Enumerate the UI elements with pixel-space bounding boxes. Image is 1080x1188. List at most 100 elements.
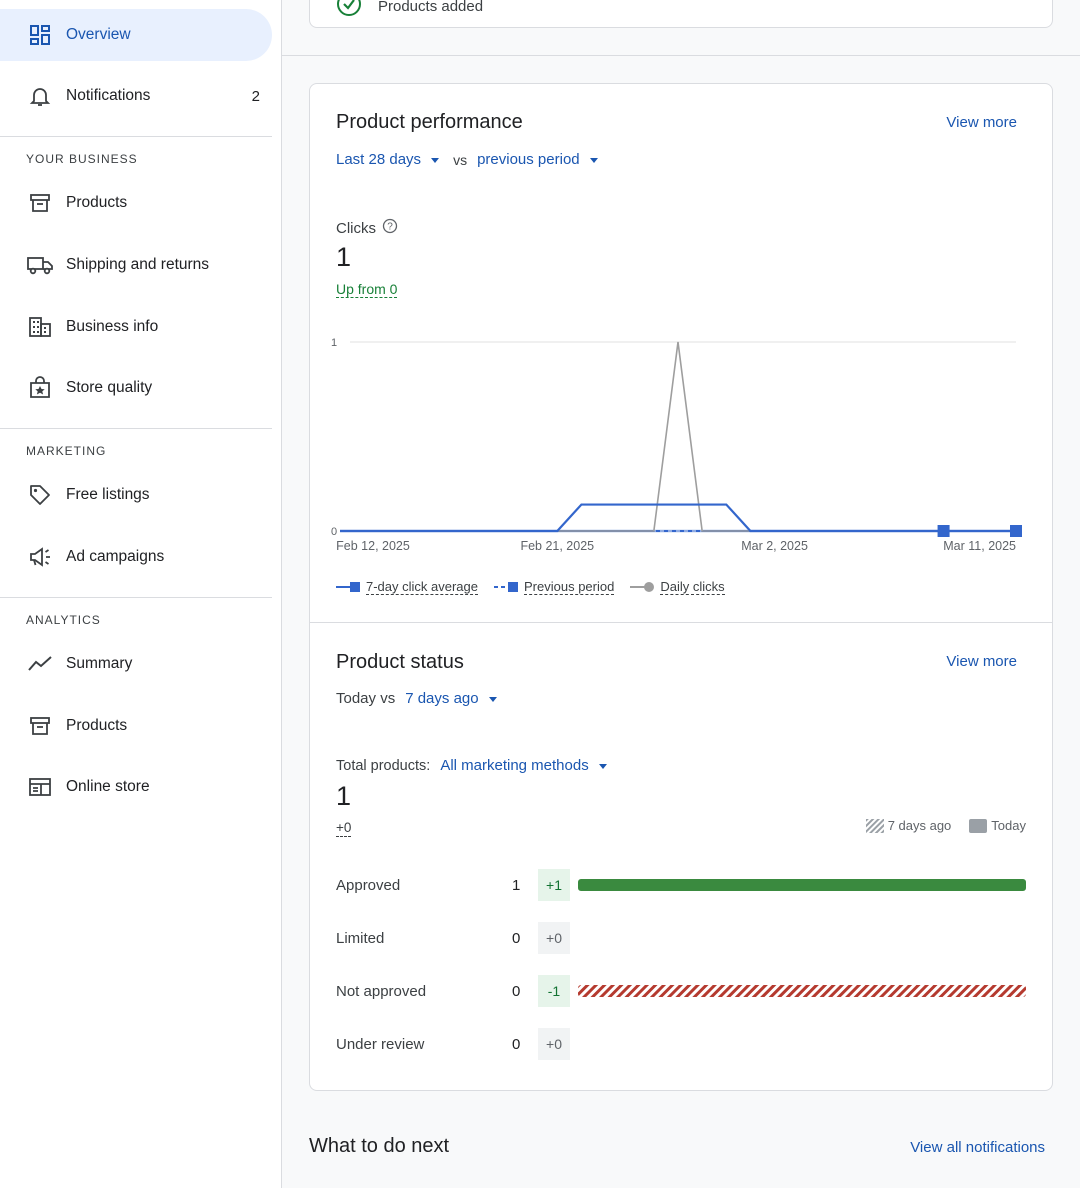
status-row-delta: -1 xyxy=(538,975,570,1007)
total-products-value: 1 xyxy=(336,781,352,811)
legend-item-daily[interactable]: Daily clicks xyxy=(630,579,725,595)
check-circle-icon xyxy=(336,0,362,22)
solid-swatch-icon xyxy=(969,818,988,833)
building-icon xyxy=(26,313,54,341)
nav-notifications[interactable]: Notifications 2 xyxy=(0,70,272,122)
nav-online-store[interactable]: Online store xyxy=(0,761,272,813)
nav-business-info-label: Business info xyxy=(66,318,159,335)
nav-analytics-products-label: Products xyxy=(66,717,128,734)
legend-line-dot-icon xyxy=(630,582,655,592)
store-star-icon xyxy=(26,374,54,402)
trend-line-icon xyxy=(26,650,54,678)
nav-products-label: Products xyxy=(66,194,128,211)
legend-item-average[interactable]: 7-day click average xyxy=(336,579,478,595)
legend-daily-label: Daily clicks xyxy=(660,579,725,595)
performance-title: Product performance xyxy=(336,111,523,133)
help-icon[interactable]: ? xyxy=(382,218,398,238)
nav-overview-label: Overview xyxy=(66,26,131,43)
divider xyxy=(0,428,272,429)
nav-summary-label: Summary xyxy=(66,655,133,672)
y-tick-label: 1 xyxy=(331,337,337,349)
date-range-label: Last 28 days xyxy=(336,151,422,168)
divider xyxy=(0,136,272,137)
hatched-swatch-icon xyxy=(865,818,884,833)
status-row-delta: +1 xyxy=(538,869,570,901)
performance-status-card: Product performance View more Last 28 da… xyxy=(309,83,1053,1091)
nav-notifications-label: Notifications xyxy=(66,87,151,104)
status-view-more-link[interactable]: View more xyxy=(946,653,1017,670)
svg-text:?: ? xyxy=(387,222,393,233)
marketing-methods-dropdown[interactable]: All marketing methods xyxy=(440,757,607,774)
next-title: What to do next xyxy=(309,1135,450,1157)
status-row-count: 1 xyxy=(512,876,521,894)
status-row-delta: +0 xyxy=(538,922,570,954)
nav-ad-campaigns-label: Ad campaigns xyxy=(66,548,165,565)
status-title: Product status xyxy=(336,651,464,673)
nav-products[interactable]: Products xyxy=(0,177,272,229)
status-row-not-approved[interactable]: Not approved 0 -1 xyxy=(336,975,1036,1007)
total-products-change[interactable]: +0 xyxy=(336,820,352,837)
clicks-line-chart: 0 1 Feb 12, 2025 Feb 21, 2025 Mar 2, 2025 Mar… xyxy=(331,337,1022,553)
legend-previous-label: Previous period xyxy=(524,579,615,595)
nav-free-listings[interactable]: Free listings xyxy=(0,469,272,521)
marketing-methods-label: All marketing methods xyxy=(440,757,589,774)
nav-overview[interactable]: Overview xyxy=(0,9,272,61)
compare-period-label: previous period xyxy=(477,151,580,168)
x-tick-label: Feb 21, 2025 xyxy=(520,539,594,553)
dropdown-arrow-icon xyxy=(598,763,607,769)
main-content: Products added Product performance View … xyxy=(282,0,1080,1188)
megaphone-icon xyxy=(26,543,54,571)
legend-past-label: 7 days ago xyxy=(887,818,952,833)
products-added-card: Products added xyxy=(309,0,1053,28)
dropdown-arrow-icon xyxy=(431,157,440,163)
nav-summary[interactable]: Summary xyxy=(0,638,272,690)
series-average-marker xyxy=(937,525,950,537)
clicks-change[interactable]: Up from 0 xyxy=(336,281,398,298)
legend-item-previous[interactable]: Previous period xyxy=(494,579,615,595)
status-row-label: Limited xyxy=(336,929,385,947)
status-row-bar xyxy=(578,1037,1026,1051)
status-row-label: Under review xyxy=(336,1035,425,1053)
nav-ad-campaigns[interactable]: Ad campaigns xyxy=(0,531,272,583)
nav-store-quality-label: Store quality xyxy=(66,379,153,396)
status-row-label: Approved xyxy=(336,876,401,894)
series-daily-line xyxy=(340,341,1016,532)
dropdown-arrow-icon xyxy=(589,157,598,163)
nav-store-quality[interactable]: Store quality xyxy=(0,362,272,414)
total-products-label: Total products: xyxy=(336,757,431,774)
dropdown-arrow-icon xyxy=(488,696,497,702)
compare-period-dropdown[interactable]: previous period xyxy=(477,151,598,168)
legend-line-dashed-icon xyxy=(494,582,518,592)
truck-icon xyxy=(26,251,54,279)
tag-icon xyxy=(26,481,54,509)
vs-label: vs xyxy=(453,151,468,168)
nav-shipping[interactable]: Shipping and returns xyxy=(0,239,272,291)
archive-box-icon xyxy=(26,189,54,217)
performance-view-more-link[interactable]: View more xyxy=(946,114,1017,131)
status-bar-past xyxy=(578,985,1026,997)
view-all-notifications-link[interactable]: View all notifications xyxy=(910,1139,1045,1156)
status-row-bar xyxy=(578,931,1026,945)
status-row-count: 0 xyxy=(512,1035,521,1053)
status-legend: 7 days ago Today xyxy=(865,818,1026,833)
nav-analytics-products[interactable]: Products xyxy=(0,700,272,752)
status-row-approved[interactable]: Approved 1 +1 xyxy=(336,869,1036,901)
status-row-under-review[interactable]: Under review 0 +0 xyxy=(336,1028,1036,1060)
divider xyxy=(282,55,1080,56)
status-row-limited[interactable]: Limited 0 +0 xyxy=(336,922,1036,954)
x-tick-label: Mar 2, 2025 xyxy=(741,539,808,553)
legend-average-label: 7-day click average xyxy=(366,579,478,595)
status-row-bar xyxy=(578,985,1026,997)
status-row-delta: +0 xyxy=(538,1028,570,1060)
status-row-count: 0 xyxy=(512,929,521,947)
y-tick-label: 0 xyxy=(331,526,337,538)
legend-today-label: Today xyxy=(991,818,1026,833)
today-vs-label: Today vs xyxy=(336,690,396,707)
status-row-count: 0 xyxy=(512,982,521,1000)
status-row-bar xyxy=(578,879,1026,891)
divider xyxy=(0,597,272,598)
x-tick-label: Mar 11, 2025 xyxy=(943,539,1016,553)
status-compare-dropdown[interactable]: 7 days ago xyxy=(405,690,497,707)
nav-business-info[interactable]: Business info xyxy=(0,301,272,353)
date-range-dropdown[interactable]: Last 28 days xyxy=(336,151,440,168)
